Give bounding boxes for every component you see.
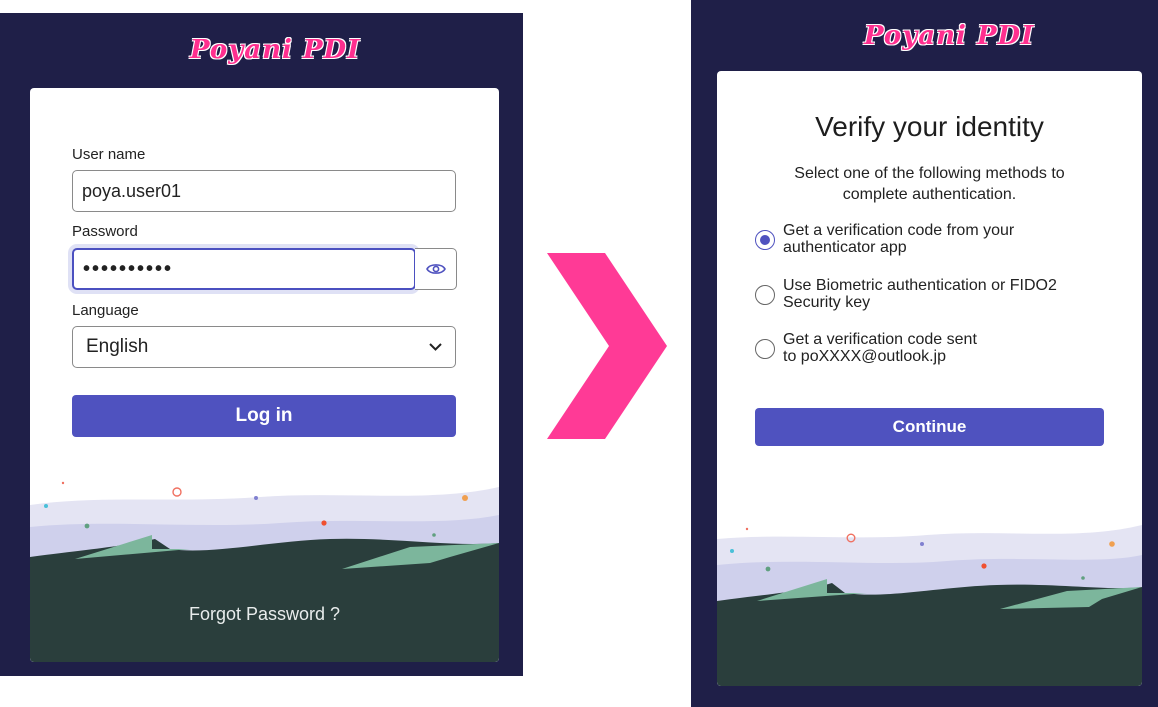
radio-authenticator[interactable]: [755, 230, 775, 250]
language-selected-value: English: [86, 336, 149, 357]
brand-logo: Poyani PDI: [190, 35, 361, 65]
auth-option-label: Get a verification code sent to poXXXX@o…: [783, 331, 977, 365]
verify-subtitle-line1: Select one of the following methods to: [794, 165, 1065, 182]
brand-logo: Poyani PDI: [864, 21, 1035, 51]
auth-option-fido2[interactable]: Use Biometric authentication or FIDO2 Se…: [755, 277, 1115, 311]
verify-subtitle-line2: complete authentication.: [842, 186, 1017, 203]
auth-option-label: Use Biometric authentication or FIDO2 Se…: [783, 277, 1057, 311]
username-label: User name: [72, 146, 146, 163]
eye-icon: [425, 264, 446, 274]
auth-option-label: Get a verification code from your authen…: [783, 222, 1015, 256]
login-button[interactable]: Log in: [72, 395, 456, 437]
radio-fido2[interactable]: [755, 285, 775, 305]
language-select[interactable]: English: [72, 326, 456, 368]
auth-option-email[interactable]: Get a verification code sent to poXXXX@o…: [755, 331, 1115, 365]
chevron-right-icon: [547, 253, 667, 439]
chevron-down-icon: [429, 343, 442, 351]
login-card: User name Password Language English Log …: [30, 88, 499, 662]
verify-subtitle: Select one of the following methods to c…: [757, 163, 1102, 205]
auth-option-authenticator[interactable]: Get a verification code from your authen…: [755, 222, 1115, 256]
password-input[interactable]: [72, 248, 416, 290]
radio-email[interactable]: [755, 339, 775, 359]
password-label: Password: [72, 223, 138, 240]
verify-panel: Poyani PDI Verify your identity Select o…: [691, 0, 1158, 707]
username-input[interactable]: [72, 170, 456, 212]
verify-card: Verify your identity Select one of the f…: [717, 71, 1142, 686]
forgot-password-link[interactable]: Forgot Password ?: [30, 604, 499, 625]
landscape-illustration: [717, 525, 1142, 686]
landscape-illustration: [30, 481, 499, 662]
login-panel: Poyani PDI User name Password Language E…: [0, 13, 523, 676]
continue-button[interactable]: Continue: [755, 408, 1104, 446]
page-title: Verify your identity: [815, 111, 1044, 142]
language-label: Language: [72, 302, 139, 319]
show-password-button[interactable]: [415, 248, 457, 290]
